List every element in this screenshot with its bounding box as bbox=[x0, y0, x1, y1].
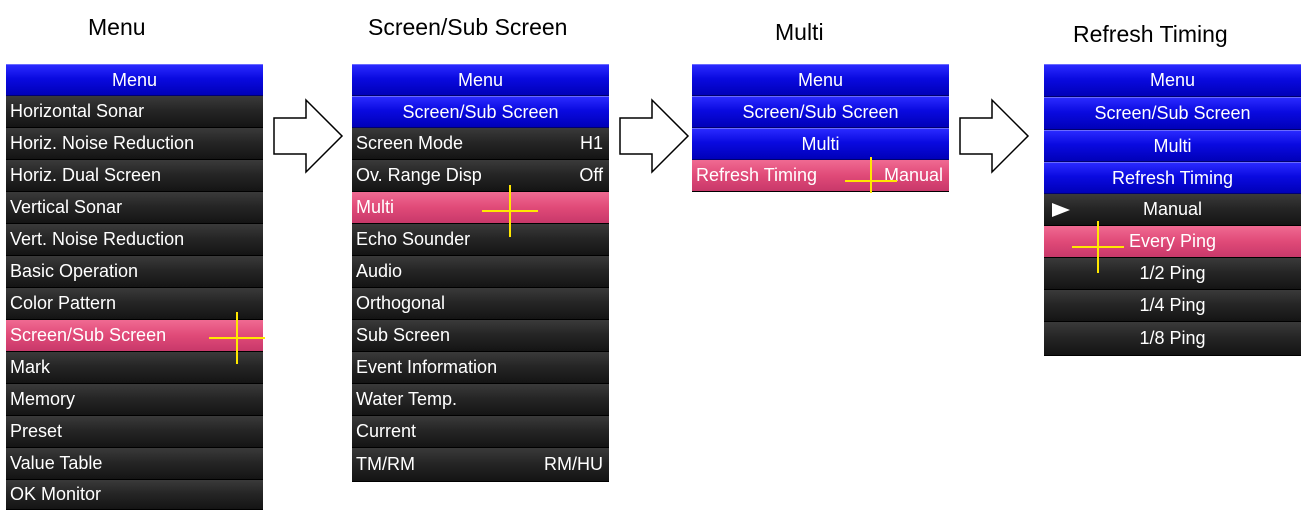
caption-screen-sub-screen: Screen/Sub Screen bbox=[368, 14, 568, 40]
item-label: Sub Screen bbox=[356, 325, 451, 345]
menu-item-label: OK Monitor bbox=[10, 484, 102, 504]
option-label: 1/4 Ping bbox=[1139, 295, 1206, 315]
item-label: Ov. Range Disp bbox=[356, 165, 482, 185]
menu-item-horizontal-sonar[interactable]: Horizontal Sonar bbox=[6, 96, 263, 128]
menu-item-value-table[interactable]: Value Table bbox=[6, 448, 263, 480]
option-label: 1/2 Ping bbox=[1139, 263, 1206, 283]
menu-item-ok-monitor[interactable]: OK Monitor bbox=[6, 480, 263, 510]
multi-header: Multi bbox=[1044, 130, 1301, 162]
screen-sub-screen-header: Screen/Sub Screen bbox=[1044, 97, 1301, 130]
menu-item-screen-sub-screen[interactable]: Screen/Sub Screen bbox=[6, 320, 263, 352]
menu-item-current[interactable]: Current bbox=[352, 416, 609, 448]
caption-refresh-timing: Refresh Timing bbox=[1073, 21, 1228, 47]
item-label: Audio bbox=[356, 261, 403, 281]
item-value: Manual bbox=[883, 165, 943, 185]
menu-item-ov-range-disp[interactable]: Ov. Range Disp Off bbox=[352, 160, 609, 192]
item-value: RM/HU bbox=[544, 454, 603, 474]
item-label: Current bbox=[356, 421, 417, 441]
menu-item-label: Memory bbox=[10, 389, 76, 409]
header-label: Menu bbox=[1149, 70, 1196, 90]
option-label: Every Ping bbox=[1128, 231, 1217, 251]
item-label: TM/RM bbox=[356, 454, 415, 474]
item-label: Event Information bbox=[356, 357, 498, 377]
item-label: Screen Mode bbox=[356, 133, 464, 153]
right-arrow-outline-icon bbox=[619, 98, 690, 174]
menu-item-horiz-dual-screen[interactable]: Horiz. Dual Screen bbox=[6, 160, 263, 192]
header-label: Screen/Sub Screen bbox=[1094, 103, 1251, 123]
item-label: Echo Sounder bbox=[356, 229, 471, 249]
item-value: H1 bbox=[579, 133, 603, 153]
header-label: Menu bbox=[797, 69, 844, 90]
multi-header: Multi bbox=[692, 128, 949, 160]
menu-item-color-pattern[interactable]: Color Pattern bbox=[6, 288, 263, 320]
menu-item-tm-rm[interactable]: TM/RM RM/HU bbox=[352, 448, 609, 482]
option-manual[interactable]: Manual bbox=[1044, 194, 1301, 226]
menu-item-vert-noise-reduction[interactable]: Vert. Noise Reduction bbox=[6, 224, 263, 256]
right-arrow-outline-icon bbox=[959, 98, 1030, 174]
pointer-triangle-icon bbox=[1052, 202, 1070, 217]
screen-sub-screen-header: Screen/Sub Screen bbox=[692, 96, 949, 128]
menu-header: Menu bbox=[692, 64, 949, 96]
menu-item-screen-mode[interactable]: Screen Mode H1 bbox=[352, 128, 609, 160]
menu-item-memory[interactable]: Memory bbox=[6, 384, 263, 416]
menu-item-audio[interactable]: Audio bbox=[352, 256, 609, 288]
menu-item-mark[interactable]: Mark bbox=[6, 352, 263, 384]
header-label: Multi bbox=[801, 133, 840, 154]
menu-header: Menu bbox=[1044, 64, 1301, 97]
option-quarter-ping[interactable]: 1/4 Ping bbox=[1044, 290, 1301, 322]
menu-item-label: Preset bbox=[10, 421, 63, 441]
option-eighth-ping[interactable]: 1/8 Ping bbox=[1044, 322, 1301, 356]
menu-header: Menu bbox=[6, 64, 263, 96]
caption-menu: Menu bbox=[88, 14, 146, 40]
option-half-ping[interactable]: 1/2 Ping bbox=[1044, 258, 1301, 290]
header-label: Screen/Sub Screen bbox=[742, 101, 899, 122]
item-label: Orthogonal bbox=[356, 293, 446, 313]
menu-item-preset[interactable]: Preset bbox=[6, 416, 263, 448]
menu-item-label: Horiz. Dual Screen bbox=[10, 165, 162, 185]
menu-item-vertical-sonar[interactable]: Vertical Sonar bbox=[6, 192, 263, 224]
option-label: 1/8 Ping bbox=[1139, 328, 1206, 348]
multi-panel: Menu Screen/Sub Screen Multi Refresh Tim… bbox=[692, 64, 949, 192]
menu-header: Menu bbox=[352, 64, 609, 96]
menu-item-label: Vert. Noise Reduction bbox=[10, 229, 185, 249]
menu-item-event-information[interactable]: Event Information bbox=[352, 352, 609, 384]
menu-panel: Menu Horizontal Sonar Horiz. Noise Reduc… bbox=[6, 64, 263, 510]
menu-item-horiz-noise-reduction[interactable]: Horiz. Noise Reduction bbox=[6, 128, 263, 160]
screen-sub-screen-header: Screen/Sub Screen bbox=[352, 96, 609, 128]
header-label: Screen/Sub Screen bbox=[402, 101, 559, 122]
caption-multi: Multi bbox=[775, 19, 824, 45]
menu-item-orthogonal[interactable]: Orthogonal bbox=[352, 288, 609, 320]
option-every-ping[interactable]: Every Ping bbox=[1044, 226, 1301, 258]
menu-header-label: Menu bbox=[111, 69, 158, 90]
menu-item-label: Mark bbox=[10, 357, 50, 377]
menu-item-label: Horiz. Noise Reduction bbox=[10, 133, 195, 153]
header-label: Refresh Timing bbox=[1111, 167, 1234, 188]
menu-item-label: Screen/Sub Screen bbox=[10, 325, 167, 345]
menu-item-water-temp[interactable]: Water Temp. bbox=[352, 384, 609, 416]
menu-item-multi[interactable]: Multi bbox=[352, 192, 609, 224]
screen-sub-screen-panel: Menu Screen/Sub Screen Screen Mode H1 Ov.… bbox=[352, 64, 609, 482]
menu-item-label: Value Table bbox=[10, 453, 103, 473]
header-label: Menu bbox=[457, 69, 504, 90]
menu-item-refresh-timing[interactable]: Refresh Timing Manual bbox=[692, 160, 949, 192]
right-arrow-outline-icon bbox=[273, 98, 344, 174]
refresh-timing-header: Refresh Timing bbox=[1044, 162, 1301, 194]
item-value: Off bbox=[579, 165, 603, 185]
option-label: Manual bbox=[1142, 199, 1203, 219]
item-label: Refresh Timing bbox=[696, 165, 818, 185]
refresh-timing-panel: Menu Screen/Sub Screen Multi Refresh Tim… bbox=[1044, 64, 1301, 356]
menu-item-echo-sounder[interactable]: Echo Sounder bbox=[352, 224, 609, 256]
menu-item-basic-operation[interactable]: Basic Operation bbox=[6, 256, 263, 288]
menu-item-label: Color Pattern bbox=[10, 293, 117, 313]
item-label: Water Temp. bbox=[356, 389, 458, 409]
menu-item-sub-screen[interactable]: Sub Screen bbox=[352, 320, 609, 352]
menu-item-label: Basic Operation bbox=[10, 261, 139, 281]
menu-item-label: Horizontal Sonar bbox=[10, 101, 145, 121]
header-label: Multi bbox=[1153, 135, 1192, 156]
item-label: Multi bbox=[356, 197, 395, 217]
menu-item-label: Vertical Sonar bbox=[10, 197, 123, 217]
